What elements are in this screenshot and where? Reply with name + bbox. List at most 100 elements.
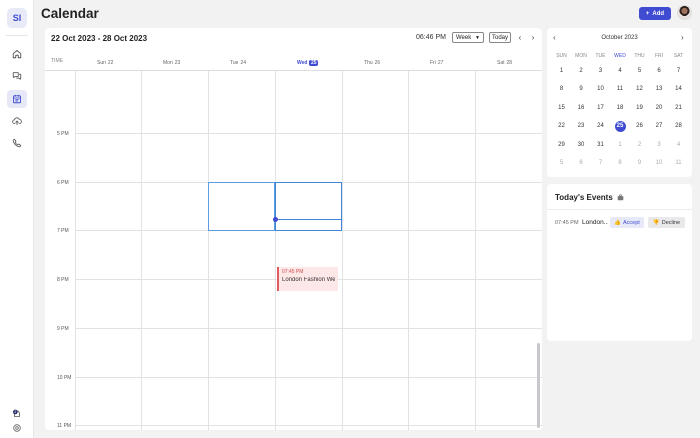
today-button[interactable]: Today	[489, 32, 511, 43]
mini-day-number: 20	[655, 104, 663, 111]
mini-day[interactable]: 2	[630, 138, 649, 151]
mini-day[interactable]: 6	[650, 64, 669, 77]
grid-scrollbar[interactable]	[537, 343, 540, 428]
mini-day[interactable]: 8	[552, 83, 571, 96]
mini-day[interactable]: 5	[630, 64, 649, 77]
mini-day-number: 31	[597, 141, 604, 148]
briefcase-icon	[617, 194, 624, 201]
mini-day[interactable]: 24	[591, 120, 610, 133]
settings-icon[interactable]	[12, 423, 22, 433]
mini-day[interactable]: 31	[591, 138, 610, 151]
view-select[interactable]: Week ▼	[452, 32, 484, 43]
mini-day[interactable]: 1	[611, 138, 630, 151]
mini-day[interactable]: 4	[669, 138, 688, 151]
day-name: Sat	[497, 59, 505, 66]
sidebar-item-calendar[interactable]	[7, 90, 27, 108]
mini-day[interactable]: 22	[552, 120, 571, 133]
sidebar-item-home[interactable]	[7, 45, 27, 63]
mini-day[interactable]: 11	[669, 157, 688, 170]
mini-day[interactable]: 21	[669, 101, 688, 114]
mini-day-number: 4	[618, 67, 622, 74]
mini-day[interactable]: 1	[552, 64, 571, 77]
decline-button[interactable]: 👎 Decline	[648, 217, 685, 228]
mini-day[interactable]: 23	[572, 120, 591, 133]
mini-day-number: 5	[559, 160, 564, 166]
next-month-icon[interactable]: ›	[681, 33, 684, 42]
day-header-mon[interactable]: Mon 23	[163, 57, 180, 68]
day-column-divider	[208, 71, 209, 430]
mini-day-number: 3	[657, 141, 661, 148]
mini-day[interactable]: 9	[630, 157, 649, 170]
next-week-icon[interactable]: ›	[529, 32, 537, 43]
mini-day[interactable]: 7	[591, 157, 610, 170]
accept-label: Accept	[623, 219, 640, 226]
mini-day-number: 1	[618, 141, 622, 148]
hour-line	[75, 133, 542, 134]
day-header-fri[interactable]: Fri 27	[430, 57, 443, 68]
day-header-wed[interactable]: Wed 25	[297, 57, 319, 68]
mini-day[interactable]: 10	[591, 83, 610, 96]
sidebar-item-cloud[interactable]	[7, 112, 27, 130]
day-name: Fri	[430, 59, 436, 66]
today-event-name[interactable]: London...	[582, 219, 608, 226]
app-logo[interactable]: SI	[7, 8, 27, 28]
mini-day[interactable]: 9	[572, 83, 591, 96]
day-header-sat[interactable]: Sat 28	[497, 57, 512, 68]
todays-events-heading: Today's Events	[555, 193, 624, 202]
mini-day-number: 11	[675, 160, 682, 166]
prev-week-icon[interactable]: ‹	[516, 32, 524, 43]
selected-slot-wed[interactable]	[275, 182, 342, 231]
mini-day[interactable]: 12	[630, 83, 649, 96]
day-name: Wed	[297, 59, 308, 66]
week-calendar: 22 Oct 2023 - 28 Oct 2023 06:46 PM Week …	[45, 28, 542, 430]
mini-day[interactable]: 3	[591, 64, 610, 77]
day-header-thu[interactable]: Thu 26	[364, 57, 380, 68]
page-title: Calendar	[41, 6, 99, 21]
mini-dow-label: WED	[614, 53, 626, 59]
notification-count: 2	[14, 410, 16, 414]
day-header-sun[interactable]: Sun 22	[97, 57, 113, 68]
mini-day[interactable]: 5	[552, 157, 571, 170]
mini-day[interactable]: 2	[572, 64, 591, 77]
calendar-event[interactable]: 07:45 PM London Fashion We...	[277, 267, 338, 291]
day-name: Mon	[163, 59, 173, 66]
user-avatar[interactable]	[677, 5, 692, 20]
thumbs-down-icon: 👎	[652, 219, 660, 226]
time-grid[interactable]: 07:45 PM London Fashion We... 5 PM 6 PM 7 …	[45, 71, 542, 430]
mini-day[interactable]: 8	[611, 157, 630, 170]
mini-day[interactable]: 19	[630, 101, 649, 114]
hour-line	[75, 425, 542, 427]
calendar-icon	[13, 94, 21, 104]
mini-day[interactable]: 11	[611, 83, 630, 96]
mini-day[interactable]: 18	[611, 101, 630, 114]
mini-day[interactable]: 17	[591, 101, 610, 114]
notifications-icon[interactable]: 2	[12, 409, 22, 419]
sidebar-item-calls[interactable]	[7, 134, 27, 152]
mini-day[interactable]: 4	[611, 64, 630, 77]
mini-day[interactable]: 20	[650, 101, 669, 114]
mini-day[interactable]: 10	[650, 157, 669, 170]
mini-day[interactable]: 28	[669, 120, 688, 133]
mini-day[interactable]: 6	[572, 157, 591, 170]
mini-dow-label: MON	[575, 53, 587, 59]
sidebar-item-messages[interactable]	[7, 67, 27, 85]
mini-day[interactable]: 26	[630, 120, 649, 133]
mini-day[interactable]: 15	[552, 101, 571, 114]
mini-day[interactable]: 7	[669, 64, 688, 77]
selection-range-tue	[208, 182, 275, 231]
mini-day[interactable]: 16	[572, 101, 591, 114]
mini-day-selected[interactable]: 25	[611, 120, 630, 133]
mini-day[interactable]: 14	[669, 83, 688, 96]
add-button[interactable]: + Add	[639, 7, 671, 20]
mini-day-number: 21	[675, 104, 682, 111]
mini-dow-label: TUE	[595, 53, 606, 59]
accept-button[interactable]: 👍 Accept	[610, 217, 644, 228]
mini-day[interactable]: 3	[650, 138, 669, 151]
mini-day[interactable]: 30	[572, 138, 591, 151]
phone-icon	[12, 138, 22, 148]
mini-day[interactable]: 27	[650, 120, 669, 133]
day-header-tue[interactable]: Tue 24	[230, 57, 246, 68]
mini-day[interactable]: 29	[552, 138, 571, 151]
mini-day-number: 25	[614, 120, 626, 132]
mini-day[interactable]: 13	[650, 83, 669, 96]
